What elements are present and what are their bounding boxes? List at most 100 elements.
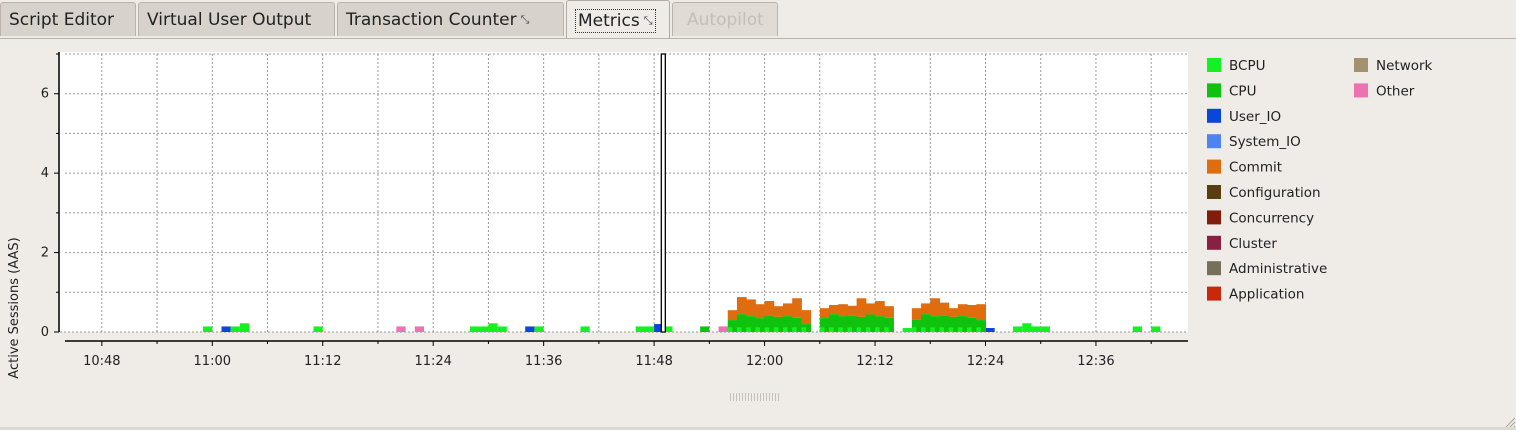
bar-bcpu bbox=[755, 327, 760, 332]
bar-commit bbox=[856, 298, 867, 317]
bar-bcpu bbox=[230, 326, 240, 332]
x-tick-label: 10:48 bbox=[83, 354, 120, 369]
tab-bar: Script Editor Virtual User Output Transa… bbox=[0, 0, 1516, 39]
bar-commit bbox=[948, 308, 959, 317]
bar-bcpu bbox=[948, 327, 954, 332]
bar-commit bbox=[930, 298, 940, 317]
bar-bcpu bbox=[865, 327, 871, 332]
legend-label-user_io: User_IO bbox=[1229, 109, 1281, 125]
bar-commit bbox=[829, 304, 839, 315]
tab-script-editor-label: Script Editor bbox=[9, 10, 115, 30]
bar-bcpu bbox=[782, 327, 788, 332]
tab-script-editor[interactable]: Script Editor bbox=[0, 2, 136, 36]
tab-virtual-user-output-label: Virtual User Output bbox=[147, 10, 312, 30]
bar-bcpu bbox=[847, 327, 853, 332]
bar-bcpu bbox=[1132, 326, 1142, 332]
x-tick-label: 11:00 bbox=[194, 354, 231, 369]
bar-commit bbox=[801, 310, 812, 325]
bar-bcpu bbox=[534, 326, 544, 332]
legend-label-concurrency: Concurrency bbox=[1229, 210, 1314, 226]
tab-metrics[interactable]: Metrics ⤡ bbox=[566, 0, 670, 38]
bar-commit bbox=[727, 310, 738, 321]
legend-label-network: Network bbox=[1376, 58, 1433, 74]
metrics-chart: 0 2 4 6 10:48 11:00 11:12 11:24 11:36 11:48 12:00 1… bbox=[7, 52, 1433, 379]
bar-bcpu bbox=[313, 326, 323, 332]
legend-swatch-other bbox=[1354, 83, 1368, 98]
bar-commit bbox=[792, 298, 802, 318]
legend-label-administrative: Administrative bbox=[1229, 261, 1327, 277]
bar-bcpu bbox=[470, 326, 489, 332]
x-tick-label: 12:12 bbox=[856, 354, 893, 369]
bar-commit bbox=[782, 303, 793, 317]
legend-swatch-configuration bbox=[1207, 185, 1221, 199]
tab-autopilot-label: Autopilot bbox=[687, 10, 764, 30]
y-tick-label: 4 bbox=[41, 166, 49, 181]
legend-label-commit: Commit bbox=[1229, 160, 1282, 176]
bar-bcpu bbox=[773, 327, 779, 332]
undock-icon[interactable]: ⤡ bbox=[521, 13, 530, 26]
x-tick-label: 11:12 bbox=[304, 354, 341, 369]
tab-transaction-counter-label: Transaction Counter bbox=[346, 10, 517, 30]
bar-bcpu bbox=[801, 327, 806, 332]
undock-icon[interactable]: ⤡ bbox=[644, 14, 653, 27]
y-tick-label: 6 bbox=[41, 87, 49, 102]
bar-commit bbox=[736, 297, 747, 315]
bar-bcpu bbox=[939, 327, 945, 332]
legend-label-cpu: CPU bbox=[1229, 83, 1256, 99]
legend-label-configuration: Configuration bbox=[1229, 185, 1321, 201]
bar-bcpu bbox=[856, 327, 862, 332]
time-cursor bbox=[660, 53, 666, 333]
bar-commit bbox=[939, 302, 950, 316]
x-tick-label: 12:00 bbox=[746, 354, 783, 369]
bar-commit bbox=[967, 304, 977, 318]
bar-bcpu bbox=[736, 327, 742, 332]
y-axis-label: Active Sessions (AAS) bbox=[7, 237, 22, 378]
tab-virtual-user-output[interactable]: Virtual User Output bbox=[138, 2, 335, 36]
bar-bcpu bbox=[875, 327, 880, 332]
bar-other bbox=[396, 326, 406, 332]
bar-bcpu bbox=[1040, 326, 1050, 332]
bar-commit bbox=[875, 301, 885, 317]
x-tick-label: 11:36 bbox=[525, 354, 562, 369]
x-tick-label: 12:36 bbox=[1077, 354, 1114, 369]
bar-commit bbox=[957, 304, 968, 317]
legend-swatch-administrative bbox=[1207, 261, 1221, 276]
x-tick-label: 11:24 bbox=[414, 354, 451, 369]
bar-bcpu bbox=[580, 326, 590, 332]
bar-commit bbox=[773, 306, 784, 317]
split-pane-divider[interactable] bbox=[730, 393, 780, 401]
legend-label-cluster: Cluster bbox=[1229, 236, 1277, 252]
bar-commit bbox=[921, 303, 931, 315]
y-tick-label: 0 bbox=[41, 325, 49, 340]
legend-swatch-user_io bbox=[1207, 108, 1221, 123]
bar-commit bbox=[755, 304, 766, 319]
bar-commit bbox=[838, 304, 848, 317]
legend-swatch-cluster bbox=[1207, 235, 1221, 250]
bar-bcpu bbox=[764, 327, 770, 332]
bar-commit bbox=[764, 301, 775, 316]
bar-bcpu bbox=[976, 327, 981, 332]
legend-swatch-commit bbox=[1207, 159, 1221, 174]
legend-label-application: Application bbox=[1229, 287, 1304, 303]
bar-bcpu bbox=[746, 327, 751, 332]
bar-commit bbox=[976, 304, 986, 321]
x-tick-label: 11:48 bbox=[635, 354, 672, 369]
bar-commit bbox=[884, 306, 894, 318]
legend-label-other: Other bbox=[1376, 83, 1415, 99]
bar-commit bbox=[865, 303, 876, 315]
bar-bcpu bbox=[829, 327, 834, 332]
bar-bcpu bbox=[1151, 326, 1161, 332]
legend-swatch-cpu bbox=[1207, 83, 1221, 98]
bar-bcpu bbox=[819, 327, 825, 332]
bar-bcpu bbox=[921, 327, 926, 332]
bar-user_io bbox=[221, 326, 231, 332]
bar-commit bbox=[746, 299, 756, 317]
bar-bcpu bbox=[497, 326, 507, 332]
bar-cpu bbox=[700, 326, 710, 332]
bar-bcpu bbox=[203, 326, 213, 332]
bar-bcpu bbox=[488, 323, 498, 332]
tab-transaction-counter[interactable]: Transaction Counter ⤡ bbox=[337, 2, 564, 36]
bar-user_io bbox=[525, 326, 535, 332]
legend-swatch-application bbox=[1207, 286, 1221, 301]
bar-bcpu bbox=[635, 326, 655, 332]
